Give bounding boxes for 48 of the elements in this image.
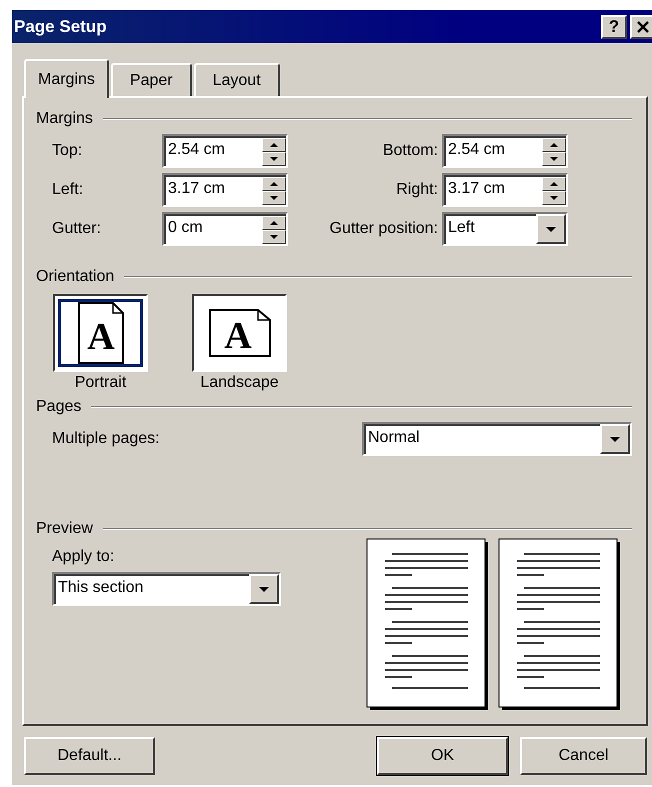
up-arrow-icon [549,142,559,148]
down-arrow-icon [549,156,559,162]
spin-button[interactable] [262,214,286,244]
dropdown-button[interactable] [536,214,566,244]
dialog-button[interactable]: Default... [24,737,155,775]
spin-button[interactable] [542,136,566,166]
down-arrow-icon [269,195,279,201]
dialog-button[interactable]: Cancel [520,737,647,775]
field-label: Right: [395,181,439,199]
help-button[interactable]: ? [601,14,627,38]
section-heading: Pages [36,398,82,416]
close-button[interactable] [630,14,652,38]
caret-icon [545,226,557,232]
dropdown-button[interactable] [249,574,279,604]
tab[interactable]: Layout [194,63,280,96]
down-arrow-icon [269,234,279,240]
orientation-button[interactable]: A [53,294,148,372]
up-arrow-icon [269,220,279,226]
field-label: Multiple pages: [52,430,160,448]
up-arrow-icon [549,181,559,187]
field-label: Gutter: [52,220,102,238]
orientation-label: Portrait [74,374,126,392]
caret-icon [609,436,621,442]
section-heading: Orientation [36,268,114,286]
spin-button[interactable] [262,136,286,166]
field-label: Gutter position: [328,220,439,238]
window-title: Page Setup [14,16,107,36]
page-icon: A [208,308,272,358]
down-arrow-icon [549,195,559,201]
close-icon [636,20,650,32]
tab[interactable]: Paper [110,63,192,96]
down-arrow-icon [269,156,279,162]
field-label: Top: [52,142,84,160]
up-arrow-icon [269,181,279,187]
dropdown-button[interactable] [600,424,630,454]
up-arrow-icon [269,142,279,148]
spin-button[interactable] [262,175,286,205]
field-label: Left: [52,181,84,199]
dialog-button[interactable]: OK [377,737,508,775]
section-heading: Margins [36,110,93,128]
orientation-label: Landscape [200,374,279,392]
section-heading: Preview [36,520,93,538]
field-label: Bottom: [382,142,439,160]
spin-button[interactable] [542,175,566,205]
caret-icon [258,586,270,592]
orientation-button[interactable]: A [192,294,287,372]
tab[interactable]: Margins [24,59,109,98]
field-label: Apply to: [52,548,116,566]
